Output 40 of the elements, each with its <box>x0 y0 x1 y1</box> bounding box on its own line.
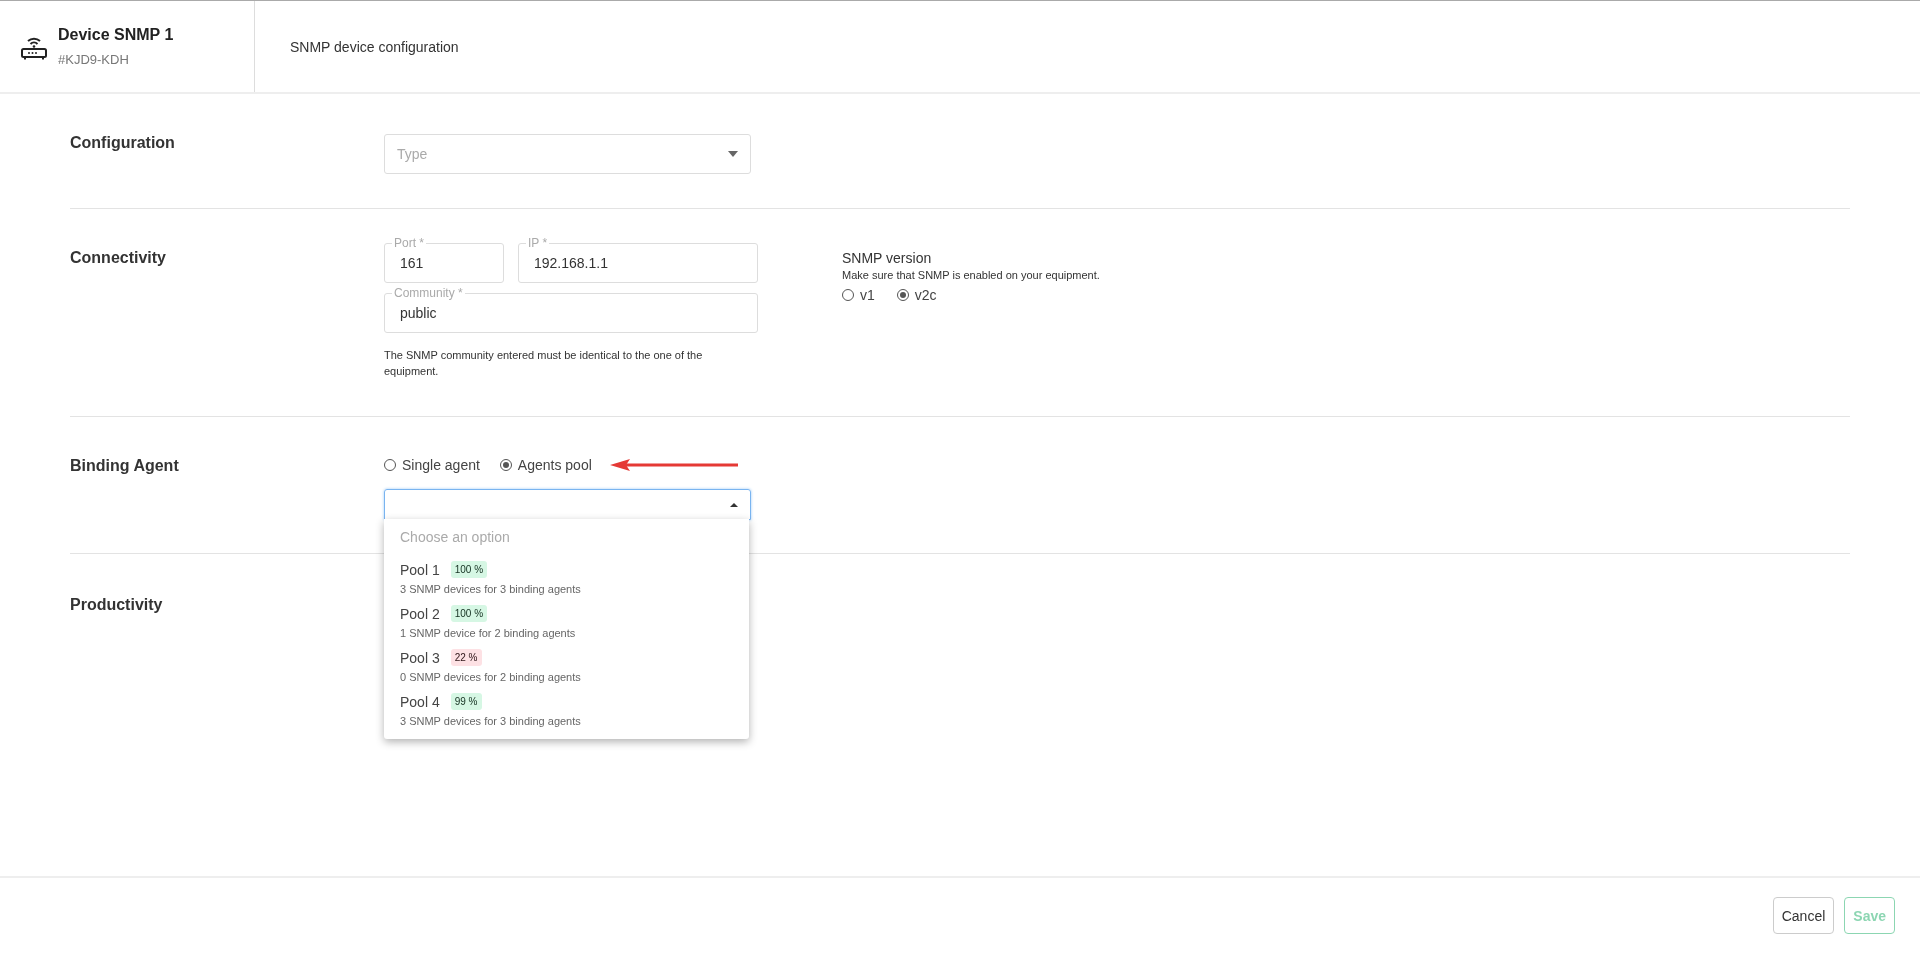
section-title: Binding Agent <box>70 456 180 476</box>
section-title: Configuration <box>70 133 176 153</box>
caret-icon <box>730 502 738 507</box>
option-description: 0 SNMP devices for 2 binding agents <box>400 671 582 683</box>
field-label: Port * <box>392 236 426 250</box>
dropdown-prompt: Choose an option <box>399 528 511 547</box>
helper-text: Make sure that SNMP is enabled on your equipment. <box>842 269 1100 281</box>
option-name: Pool 1 <box>400 561 440 578</box>
dropdown-option[interactable]: Pool 3 22 % 0 SNMP devices for 2 binding agents <box>384 645 749 689</box>
section-title: Connectivity <box>70 248 167 268</box>
option-name: Pool 2 <box>400 605 440 622</box>
option-name: Pool 4 <box>400 693 440 710</box>
option-description: 1 SNMP device for 2 binding agents <box>400 627 577 639</box>
percentage-badge: 100 % <box>450 605 488 622</box>
port-field[interactable]: Port * 161 <box>384 236 504 283</box>
ip-field[interactable]: IP * 192.168.1.1 <box>518 236 758 283</box>
cancel-button[interactable]: Cancel <box>1772 897 1835 934</box>
field-title: SNMP version <box>842 250 933 266</box>
option-description: 3 SNMP devices for 3 binding agents <box>400 583 582 595</box>
helper-text: The SNMP community entered must be identical to the one of the equipment. <box>384 348 704 379</box>
field-label: Community * <box>392 286 465 300</box>
radio-label: Single agent <box>402 457 480 473</box>
dropdown-option[interactable]: Pool 2 100 % 1 SNMP device for 2 binding agents <box>384 601 749 645</box>
caret-icon <box>728 151 738 157</box>
page-description: SNMP device configuration <box>290 38 459 55</box>
dropdown-option[interactable]: Pool 4 99 % 3 SNMP devices for 3 binding agents <box>384 689 749 733</box>
section-title: Productivity <box>70 595 164 614</box>
option-description: 3 SNMP devices for 3 binding agents <box>400 715 582 727</box>
community-field[interactable]: Community * public <box>384 286 758 333</box>
radio-label: Agents pool <box>517 457 592 473</box>
percentage-badge: 99 % <box>450 693 482 710</box>
field-label: IP * <box>526 236 550 250</box>
percentage-badge: 22 % <box>450 649 482 666</box>
option-name: Pool 3 <box>400 649 440 666</box>
device-title: Device SNMP 1 <box>58 26 174 44</box>
percentage-badge: 100 % <box>450 561 488 578</box>
radio-label: v2c <box>914 287 937 303</box>
device-id: #KJD9-KDH <box>58 52 130 67</box>
radio-label: v1 <box>860 287 875 303</box>
dropdown-option[interactable]: Pool 1 100 % 3 SNMP devices for 3 binding agents <box>384 557 749 601</box>
